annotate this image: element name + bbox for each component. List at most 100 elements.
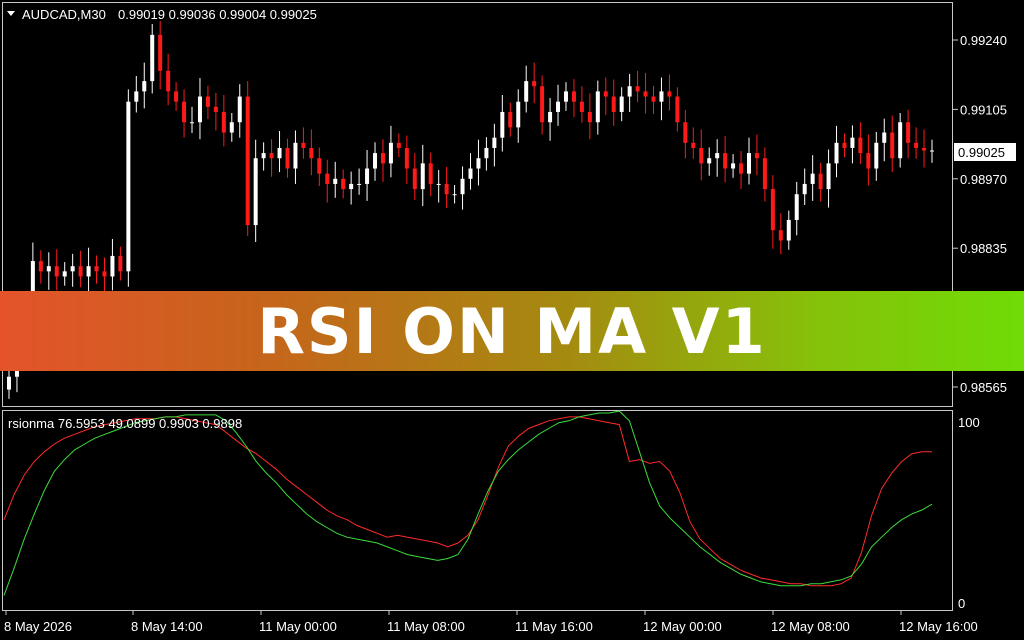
- candle-body: [659, 91, 664, 102]
- candle-body: [420, 163, 425, 190]
- candle-body: [778, 230, 783, 241]
- candle-body: [150, 34, 155, 82]
- candle-body: [396, 142, 401, 148]
- rsi-ma-line: [3, 410, 933, 596]
- candle-body: [794, 194, 799, 220]
- candle-body: [245, 96, 250, 226]
- candle-body: [858, 137, 863, 154]
- candle-body: [874, 142, 879, 169]
- candle-body: [412, 168, 417, 190]
- banner-title: RSI ON MA V1: [257, 294, 767, 368]
- candle-body: [190, 122, 195, 124]
- candle-body: [341, 178, 346, 190]
- candle-body: [802, 183, 807, 195]
- candle-body: [826, 163, 831, 190]
- candle-body: [468, 168, 473, 179]
- time-tick-label: 8 May 14:00: [131, 619, 203, 634]
- candle-body: [460, 178, 465, 195]
- candle-body: [38, 261, 43, 272]
- candle-body: [62, 271, 67, 277]
- time-tick-label: 11 May 16:00: [515, 619, 593, 634]
- time-tick-label: 11 May 00:00: [259, 619, 337, 634]
- candle-body: [834, 142, 839, 164]
- candle-body: [373, 153, 378, 169]
- candle-body: [229, 122, 234, 133]
- candle-body: [78, 266, 83, 277]
- candle-body: [484, 147, 489, 159]
- candle-body: [603, 91, 608, 97]
- candle-body: [261, 153, 266, 159]
- candle-body: [619, 96, 624, 112]
- candle-body: [611, 96, 616, 112]
- candle-body: [102, 271, 107, 277]
- candle-body: [731, 163, 736, 169]
- candle-body: [293, 142, 298, 169]
- candle-body: [579, 101, 584, 112]
- candle-body: [890, 132, 895, 159]
- candle-body: [810, 173, 815, 184]
- indicator-pane-frame: [2, 410, 953, 611]
- indicator-lines: [3, 410, 933, 596]
- candle-body: [571, 91, 576, 102]
- candle-body: [715, 153, 720, 159]
- candle-body: [476, 158, 481, 169]
- candle-body: [253, 158, 258, 226]
- candle-body: [675, 96, 680, 123]
- candle-body: [158, 34, 163, 71]
- candle-body: [739, 163, 744, 174]
- candle-body: [524, 81, 529, 102]
- candle-body: [452, 194, 457, 196]
- candle-body: [754, 153, 759, 159]
- candle-body: [46, 266, 51, 272]
- candle-body: [770, 189, 775, 231]
- candle-body: [365, 168, 370, 184]
- candle-body: [532, 81, 537, 87]
- candle-body: [540, 86, 545, 123]
- candle-body: [746, 153, 751, 174]
- candle-body: [205, 96, 210, 107]
- candle-body: [842, 142, 847, 148]
- candle-body: [762, 158, 767, 190]
- candle-body: [237, 96, 242, 123]
- candle-body: [500, 111, 505, 138]
- candle-body: [922, 147, 927, 151]
- candle-body: [357, 183, 362, 185]
- title-banner: RSI ON MA V1: [0, 291, 1024, 371]
- indicator-scale-bottom: 0: [958, 596, 965, 611]
- current-price-label: 0.99025: [958, 145, 1005, 160]
- candle-body: [110, 255, 115, 277]
- candle-body: [699, 147, 704, 164]
- candle-body: [309, 147, 314, 159]
- time-axis: 8 May 2026 8 May 14:00 11 May 00:00 11 May …: [4, 611, 978, 634]
- candle-body: [691, 142, 696, 148]
- candle-body: [595, 91, 600, 123]
- candle-body: [317, 158, 322, 174]
- candle-body: [7, 376, 11, 390]
- chart-menu-triangle-icon[interactable]: [7, 11, 15, 16]
- candle-body: [380, 153, 385, 164]
- candle-body: [118, 255, 123, 272]
- candle-body: [651, 96, 656, 102]
- candle-body: [882, 132, 887, 143]
- candle-body: [866, 153, 871, 169]
- candle-body: [898, 122, 903, 159]
- time-tick-label: 8 May 2026: [4, 619, 72, 634]
- candle-body: [930, 150, 934, 152]
- candle-body: [86, 266, 91, 277]
- candle-body: [786, 219, 791, 241]
- candle-body: [349, 183, 354, 190]
- time-tick-label: 11 May 08:00: [387, 619, 465, 634]
- candle-body: [667, 91, 672, 97]
- candle-body: [285, 147, 290, 169]
- candle-body: [70, 266, 75, 272]
- candle-body: [563, 91, 568, 102]
- candle-body: [94, 266, 99, 272]
- candle-body: [174, 91, 179, 102]
- candle-body: [635, 86, 640, 92]
- candle-body: [221, 111, 226, 133]
- price-tick-label: 0.99240: [960, 33, 1007, 48]
- candle-body: [166, 70, 171, 92]
- candle-body: [508, 111, 513, 128]
- candle-body: [388, 142, 393, 164]
- candle-body: [906, 122, 911, 143]
